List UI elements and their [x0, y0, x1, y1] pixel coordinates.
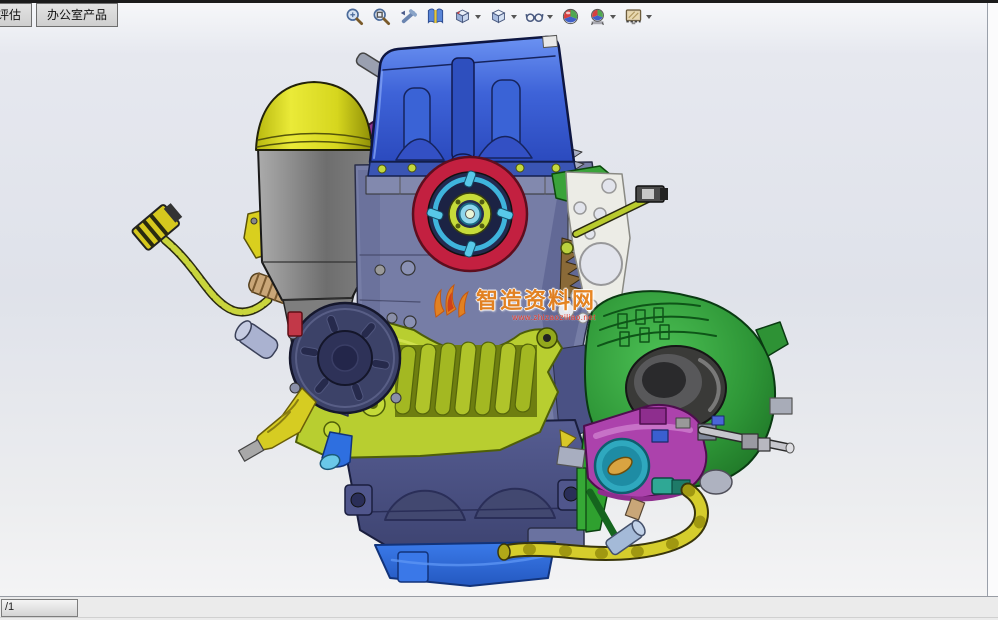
previous-view-icon	[399, 7, 418, 26]
heads-up-toolbar	[344, 6, 653, 27]
section-view-button[interactable]	[425, 6, 446, 27]
statusbar-divider	[0, 617, 998, 618]
apply-scene-icon	[588, 7, 607, 26]
graphics-viewport[interactable]: 智造资料网 www.zhizaoziliao.net	[0, 0, 998, 598]
edit-appearance-button[interactable]	[560, 6, 581, 27]
hide-show-items-button[interactable]	[524, 6, 554, 27]
view-orientation-button[interactable]	[452, 6, 482, 27]
view-settings-icon	[624, 7, 643, 26]
zoom-to-area-button[interactable]	[371, 6, 392, 27]
display-style-icon	[489, 7, 508, 26]
dropdown-arrow[interactable]	[511, 15, 517, 19]
pulley-assembly	[413, 157, 527, 271]
previous-view-button[interactable]	[398, 6, 419, 27]
zoom-to-area-icon	[372, 7, 391, 26]
hide-show-items-icon	[525, 7, 544, 26]
view-orientation-icon	[453, 7, 472, 26]
display-style-button[interactable]	[488, 6, 518, 27]
zoom-to-fit-icon	[345, 7, 364, 26]
commandmanager-tabs: 评估 办公室产品	[0, 3, 118, 27]
dropdown-arrow[interactable]	[610, 15, 616, 19]
valve-cover	[368, 35, 577, 176]
tab-office-products[interactable]: 办公室产品	[36, 3, 118, 27]
engine-3d-model	[0, 0, 998, 598]
dropdown-arrow[interactable]	[547, 15, 553, 19]
zoom-to-fit-button[interactable]	[344, 6, 365, 27]
taskpane-strip	[988, 3, 998, 597]
dropdown-arrow[interactable]	[475, 15, 481, 19]
dropdown-arrow[interactable]	[646, 15, 652, 19]
model-tab[interactable]: /1	[1, 599, 78, 617]
apply-scene-button[interactable]	[587, 6, 617, 27]
solidworks-window: 智造资料网 www.zhizaoziliao.net 评估 办公室产品	[0, 0, 998, 620]
edit-appearance-icon	[561, 7, 580, 26]
view-settings-button[interactable]	[623, 6, 653, 27]
section-view-icon	[426, 7, 445, 26]
status-bar: /1	[0, 596, 998, 620]
window-top-border	[0, 0, 998, 3]
tab-evaluate[interactable]: 评估	[0, 3, 32, 27]
